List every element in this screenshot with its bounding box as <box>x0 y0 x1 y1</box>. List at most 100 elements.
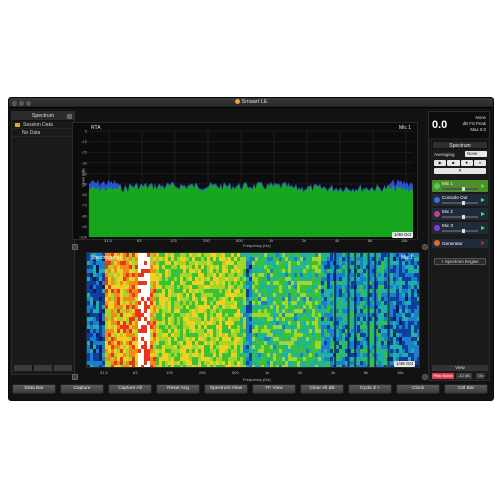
folder-remove-button[interactable] <box>34 365 52 371</box>
spectrograph-cell <box>408 277 411 281</box>
spectrograph-cell <box>159 361 162 365</box>
spectrograph-cell <box>183 277 186 281</box>
spectrograph-cell <box>279 261 282 265</box>
spectrograph-cell <box>198 301 201 305</box>
record-button[interactable]: ⏺ <box>460 160 473 166</box>
spectrograph-cell <box>411 345 414 349</box>
tree-item-no-data[interactable]: No Data <box>12 129 74 137</box>
channel-fader[interactable] <box>442 187 478 191</box>
spectrograph-cell <box>261 337 264 341</box>
tree-item-session-data[interactable]: Session Data <box>12 121 74 129</box>
folder-settings-button[interactable] <box>54 365 72 371</box>
folder-add-button[interactable] <box>14 365 32 371</box>
generator-toggle[interactable]: On <box>476 373 486 379</box>
spectrograph-cell <box>186 357 189 361</box>
spectrograph-cell <box>300 285 303 289</box>
spectrograph-cell <box>384 289 387 293</box>
tf-view-button[interactable]: TF View <box>252 384 296 394</box>
spectrograph-cell <box>207 297 210 301</box>
channel-play-icon[interactable] <box>481 226 485 230</box>
spectrograph-cell <box>294 265 297 269</box>
spectrograph-cell <box>174 341 177 345</box>
spectrograph-cell <box>96 285 99 289</box>
spectrograph-cell <box>165 273 168 277</box>
spectrograph-cell <box>231 305 234 309</box>
spectrograph-cell <box>336 269 339 273</box>
tools-button[interactable]: ✕ <box>434 168 486 174</box>
spectrograph-cell <box>222 345 225 349</box>
clock-button[interactable]: Clock <box>396 384 440 394</box>
spectrograph-cell <box>153 277 156 281</box>
spectrograph-cell <box>108 321 111 325</box>
spectrograph-plot[interactable]: Spectrograph Mic 1 1/48 Oct <box>86 252 420 368</box>
spectrograph-cell <box>351 257 354 261</box>
ctrl-bar-button[interactable]: Ctrl Bar <box>444 384 488 394</box>
spectrograph-input-label[interactable]: Mic 1 <box>401 255 413 261</box>
channel-play-icon[interactable] <box>481 212 485 216</box>
spectrograph-cell <box>123 253 126 257</box>
spectrograph-cell <box>411 321 414 325</box>
channel-fader[interactable] <box>442 229 478 233</box>
channel-mic-2[interactable]: Mic 2 <box>432 208 488 220</box>
spectrograph-cell <box>378 313 381 317</box>
spectrograph-cell <box>384 253 387 257</box>
reset-avg-button[interactable]: Reset Avg <box>156 384 200 394</box>
level-meter[interactable]: 0.0 None dB FS Peak Max 0.0 <box>429 112 489 138</box>
spectrograph-resolution-badge[interactable]: 1/48 Oct <box>393 361 415 367</box>
spectrograph-cell <box>138 357 141 361</box>
spectrograph-cell <box>138 309 141 313</box>
stop-button[interactable]: ■ <box>447 160 460 166</box>
channel-fader[interactable] <box>442 215 478 219</box>
spectrograph-cell <box>192 285 195 289</box>
cycle-button[interactable]: Cycle Z + <box>348 384 392 394</box>
spectrograph-cell <box>393 261 396 265</box>
spectrograph-cell <box>147 333 150 337</box>
rta-zoom-button[interactable] <box>72 244 78 250</box>
channel-play-icon[interactable] <box>481 241 485 245</box>
spectrograph-cell <box>204 341 207 345</box>
spectrograph-cell <box>90 301 93 305</box>
clear-all-button[interactable]: Clear All dB <box>300 384 344 394</box>
pause-button[interactable]: ⏸ <box>473 160 486 166</box>
spectrograph-cell <box>174 313 177 317</box>
rta-plot[interactable]: RTA Mic 1 Level (dB) 0 -10 -20 -30 -40 -50 -60… <box>72 122 418 240</box>
channel-mic-1[interactable]: Mic 1 <box>432 180 488 192</box>
spectrograph-cell <box>225 253 228 257</box>
channel-fader[interactable] <box>442 201 478 205</box>
averaging-select[interactable]: None <box>465 151 487 157</box>
play-button[interactable]: ▶ <box>434 160 447 166</box>
panel-options-icon[interactable] <box>67 114 72 119</box>
spectrograph-zoom-button[interactable] <box>72 374 78 380</box>
spectrograph-cell <box>342 277 345 281</box>
spectrograph-cell <box>138 361 141 365</box>
spectrograph-cell <box>300 257 303 261</box>
spectrograph-cell <box>261 313 264 317</box>
channel-play-icon[interactable] <box>481 184 485 188</box>
spectrograph-cell <box>285 265 288 269</box>
pink-noise-button[interactable]: Pink Noise <box>432 373 454 379</box>
spectrograph-cell <box>336 273 339 277</box>
generator-level[interactable]: -12 dB <box>456 373 472 379</box>
spectrograph-cell <box>156 365 159 367</box>
spectrograph-cell <box>279 277 282 281</box>
spectrograph-cell <box>144 337 147 341</box>
spectrum-view-button[interactable]: Spectrum View <box>204 384 248 394</box>
channel-play-icon[interactable] <box>481 198 485 202</box>
channel-mic-3[interactable]: Mic 3 <box>432 222 488 234</box>
spectrograph-cell <box>123 325 126 329</box>
spectrograph-cell <box>192 301 195 305</box>
spectrograph-cell <box>183 345 186 349</box>
channel-console-out[interactable]: Console Out <box>432 194 488 206</box>
capture-all-button[interactable]: Capture All <box>108 384 152 394</box>
data-bar-button[interactable]: Data Bar <box>12 384 56 394</box>
spectrograph-cell <box>207 273 210 277</box>
add-spectrum-engine-button[interactable]: + Spectrum Engine <box>434 258 486 265</box>
spectrograph-cell <box>306 257 309 261</box>
channel-generator[interactable]: Generator <box>432 239 488 248</box>
spectrograph-cell <box>192 333 195 337</box>
spectrograph-cell <box>108 345 111 349</box>
spectrograph-cell <box>297 313 300 317</box>
view-bar[interactable]: View <box>432 365 488 371</box>
capture-button[interactable]: Capture <box>60 384 104 394</box>
spectrograph-label[interactable]: Spectrograph <box>91 255 121 261</box>
